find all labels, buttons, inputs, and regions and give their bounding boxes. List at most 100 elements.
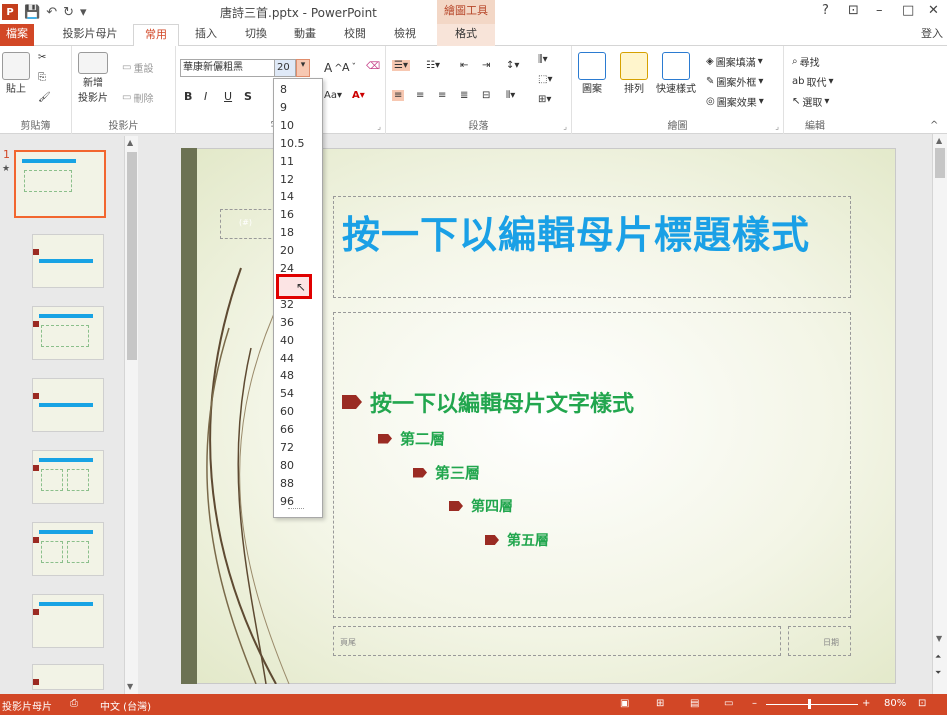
font-size-option[interactable]: 40 (280, 334, 294, 347)
cut-icon[interactable]: ✂ (38, 52, 46, 63)
font-size-option[interactable]: 8 (280, 83, 287, 96)
slide-scrollbar[interactable]: ▲ ▼ ⏶ ⏷ (932, 134, 947, 694)
zoom-in-icon[interactable]: + (862, 698, 870, 709)
increase-font-size-icon[interactable]: A ^ (324, 61, 343, 75)
tab-animations[interactable]: 動畫 (289, 24, 321, 46)
copy-icon[interactable]: ⎘ (38, 72, 46, 83)
font-size-option[interactable]: 60 (280, 405, 294, 418)
font-size-option[interactable]: 10 (280, 119, 294, 132)
layout-thumbnail[interactable] (32, 306, 104, 360)
drawing-dialog-launcher-icon[interactable]: ⌟ (775, 122, 779, 131)
scroll-thumb[interactable] (127, 152, 137, 360)
font-size-option[interactable]: 32 (280, 298, 294, 311)
font-size-option[interactable]: 66 (280, 423, 294, 436)
scroll-down-icon[interactable]: ▼ (936, 634, 942, 643)
justify-icon[interactable]: ≣ (460, 90, 468, 101)
dropdown-resize-grip-icon[interactable] (288, 508, 304, 511)
paragraph-dialog-launcher-icon[interactable]: ⌟ (563, 122, 567, 131)
layout-thumbnail[interactable] (32, 522, 104, 576)
slideshow-icon[interactable]: ▭ (724, 698, 733, 709)
font-size-option[interactable]: 88 (280, 477, 294, 490)
zoom-slider-thumb[interactable] (808, 699, 811, 709)
reading-view-icon[interactable]: ▤ (690, 698, 699, 709)
line-spacing-icon[interactable]: ↕▾ (506, 60, 519, 71)
tab-view[interactable]: 檢視 (389, 24, 421, 46)
font-size-option[interactable]: 18 (280, 226, 294, 239)
font-size-option[interactable]: 14 (280, 190, 294, 203)
collapse-ribbon-icon[interactable]: ^ (930, 120, 938, 131)
font-size-option[interactable]: 48 (280, 369, 294, 382)
font-size-option[interactable]: 72 (280, 441, 294, 454)
font-size-box[interactable]: 20 (274, 59, 296, 77)
bold-button[interactable]: B (184, 90, 192, 103)
font-size-option[interactable]: 11 (280, 155, 294, 168)
align-left-icon[interactable]: ≡ (392, 90, 405, 101)
layout-thumbnail[interactable] (32, 234, 104, 288)
zoom-level[interactable]: 80% (884, 698, 906, 709)
layout-thumbnail[interactable] (32, 664, 104, 690)
font-size-option[interactable]: 12 (280, 173, 294, 186)
zoom-slider-track[interactable] (766, 704, 858, 705)
increase-indent-icon[interactable]: ⇥ (482, 60, 490, 71)
delete-button[interactable]: ▭ 刪除 (122, 90, 153, 105)
previous-slide-icon[interactable]: ⏶ (935, 652, 941, 662)
font-size-option[interactable]: 20 (280, 244, 294, 257)
replace-button[interactable]: ab 取代 ▾ (792, 74, 834, 89)
layout-thumbnail[interactable] (32, 594, 104, 648)
tab-file[interactable]: 檔案 (0, 24, 34, 46)
bullets-icon[interactable]: ☰▾ (392, 60, 410, 71)
character-spacing-icon[interactable]: Aa▾ (324, 90, 342, 101)
language-label[interactable]: 中文 (台灣) (100, 698, 151, 713)
footer-placeholder[interactable]: 頁尾 (333, 626, 781, 656)
scroll-thumb[interactable] (935, 148, 945, 178)
align-center-icon[interactable]: ≡ (416, 90, 424, 101)
font-size-option[interactable]: 44 (280, 352, 294, 365)
underline-button[interactable]: U (224, 90, 232, 103)
help-icon[interactable]: ? (822, 3, 829, 18)
shape-effects-button[interactable]: ◎ 圖案效果 ▾ (706, 94, 764, 109)
font-color-icon[interactable]: A▾ (352, 90, 365, 101)
ribbon-display-options-icon[interactable]: ⊡ (848, 3, 859, 18)
customize-qat-icon[interactable]: ▾ (80, 5, 87, 20)
layout-thumbnail[interactable] (32, 378, 104, 432)
decrease-indent-icon[interactable]: ⇤ (460, 60, 468, 71)
tab-format[interactable]: 格式 (437, 24, 495, 46)
minimize-button[interactable]: – (876, 3, 883, 18)
smartart-icon[interactable]: ⊞▾ (538, 94, 551, 105)
font-size-option[interactable]: 80 (280, 459, 294, 472)
signin-link[interactable]: 登入 (918, 24, 946, 46)
shadow-button[interactable]: S (244, 90, 252, 103)
slide-sorter-icon[interactable]: ⊞ (656, 698, 664, 709)
font-size-option[interactable]: 54 (280, 387, 294, 400)
tab-review[interactable]: 校閱 (339, 24, 371, 46)
font-size-option[interactable]: 36 (280, 316, 294, 329)
fit-slide-icon[interactable]: ⊡ (918, 698, 926, 709)
align-right-icon[interactable]: ≡ (438, 90, 446, 101)
font-size-option[interactable]: 9 (280, 101, 287, 114)
tab-home[interactable]: 常用 (133, 24, 179, 47)
clear-formatting-icon[interactable]: ⌫ (366, 61, 380, 72)
font-size-option[interactable]: 10.5 (280, 137, 305, 150)
align-text-icon[interactable]: ⬚▾ (538, 74, 552, 85)
tab-transitions[interactable]: 切換 (240, 24, 272, 46)
normal-view-icon[interactable]: ▣ (620, 698, 629, 709)
scroll-up-icon[interactable]: ▲ (127, 138, 133, 147)
arrange-button[interactable]: 排列 (620, 52, 648, 95)
scroll-up-icon[interactable]: ▲ (936, 136, 942, 145)
font-name-box[interactable]: 華康新儷粗黑 (180, 59, 276, 77)
undo-icon[interactable]: ↶ (46, 5, 57, 20)
body-placeholder[interactable] (333, 312, 851, 618)
italic-button[interactable]: I (204, 90, 207, 103)
columns-icon[interactable]: ⫴▾ (506, 90, 515, 101)
find-button[interactable]: ⌕ 尋找 (792, 54, 820, 69)
date-placeholder[interactable]: (#) (220, 209, 276, 239)
zoom-out-icon[interactable]: – (752, 698, 757, 709)
next-slide-icon[interactable]: ⏷ (935, 668, 941, 678)
reset-button[interactable]: ▭ 重設 (122, 60, 153, 75)
master-thumbnail[interactable] (14, 150, 106, 218)
select-button[interactable]: ↖ 選取 ▾ (792, 94, 829, 109)
slide-number-placeholder[interactable]: 日期 (788, 626, 851, 656)
layout-thumbnail[interactable] (32, 450, 104, 504)
shape-fill-button[interactable]: ◈ 圖案填滿 ▾ (706, 54, 763, 69)
maximize-button[interactable]: □ (902, 3, 914, 18)
